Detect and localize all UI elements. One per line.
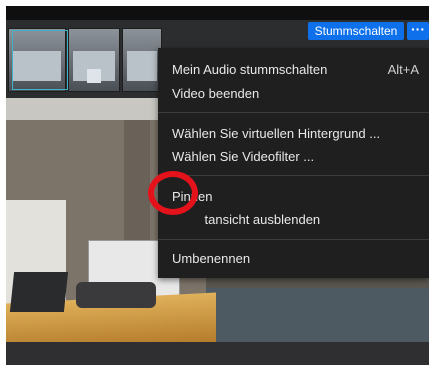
menu-item-stop-video[interactable]: Video beenden <box>172 84 419 104</box>
menu-item-virtual-background[interactable]: Wählen Sie virtuellen Hintergrund ... <box>172 124 419 144</box>
more-options-button[interactable]: ··· <box>407 22 429 40</box>
menu-separator <box>158 175 429 176</box>
bag <box>76 282 156 308</box>
menu-item-video-filter[interactable]: Wählen Sie Videofilter ... <box>172 147 419 167</box>
menu-item-mute-audio[interactable]: Mein Audio stummschalten Alt+A <box>172 60 419 80</box>
thumbnail-image <box>122 28 162 92</box>
mute-button[interactable]: Stummschalten <box>308 22 404 40</box>
menu-item-label: Wählen Sie virtuellen Hintergrund ... <box>172 126 381 141</box>
menu-item-label: Video beenden <box>172 86 260 101</box>
context-menu: Mein Audio stummschalten Alt+A Video bee… <box>158 48 429 278</box>
highlight-circle <box>148 171 198 215</box>
menu-separator <box>158 112 429 113</box>
floor <box>6 342 429 365</box>
room-right-side <box>206 288 429 348</box>
selection-frame <box>12 30 68 90</box>
menu-item-rename[interactable]: Umbenennen <box>172 249 419 269</box>
menu-separator <box>158 239 429 240</box>
menu-item-pin[interactable]: Pinnen <box>172 187 419 207</box>
menu-item-label: Umbenennen <box>172 251 251 266</box>
window-top-bar <box>6 6 429 20</box>
menu-item-label: Wählen Sie Videofilter ... <box>172 149 315 164</box>
menu-item-hide-self-view[interactable]: Selbstansicht ausblenden <box>172 210 419 230</box>
thumbnail-image <box>68 28 120 92</box>
laptop <box>9 272 69 312</box>
menu-item-label: Mein Audio stummschalten <box>172 62 328 77</box>
shortcut-label: Alt+A <box>387 62 419 77</box>
